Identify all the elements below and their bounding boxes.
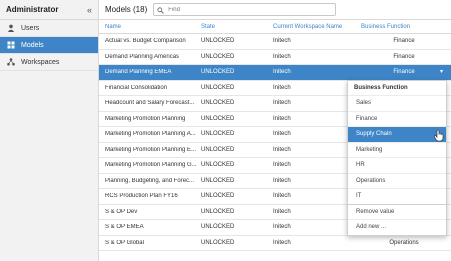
cell-state: UNLOCKED [201,177,235,184]
cell-workspace: Initech [273,208,291,215]
column-header-workspace[interactable]: Current Workspace Name [269,24,357,30]
sidebar-item-models[interactable]: Models [0,37,98,54]
cell-name: S & OP EMEA [105,224,144,231]
option-finance[interactable]: Finance [348,110,446,127]
sidebar: Administrator « Users Models Workspaces [0,0,99,261]
cell-workspace: Initech [273,38,291,45]
cell-business-function[interactable]: Finance [357,38,451,44]
cell-name: Marketing Promotion Planning A... [105,131,196,138]
cell-state: UNLOCKED [201,162,235,169]
cell-business-function[interactable]: Operations [357,240,451,246]
cell-workspace: Initech [273,100,291,107]
cell-workspace: Initech [273,146,291,153]
table-row[interactable]: Actual vs. Budget Comparison UNLOCKED Init… [99,34,451,50]
cell-name: Actual vs. Budget Comparison [105,38,186,45]
cell-workspace: Initech [273,239,291,246]
cell-workspace: Initech [273,177,291,184]
table-row[interactable]: Demand Planning Americas UNLOCKED Initech F… [99,50,451,65]
search-box[interactable] [153,1,337,19]
cell-workspace: Initech [273,162,291,169]
cell-workspace: Initech [273,115,291,122]
table-row[interactable]: Demand Planning EMEA UNLOCKED Initech Finan… [99,65,451,81]
sidebar-item-users[interactable]: Users [0,20,98,37]
cell-workspace: Initech [273,193,291,200]
workspaces-icon [7,58,15,66]
column-header-name[interactable]: Name [99,24,197,30]
option-supply-chain[interactable]: Supply Chain [348,126,446,142]
page-title: Models (18) [105,5,148,14]
remove-value-action[interactable]: Remove value [348,203,446,220]
cell-name: Financial Consolidation [105,84,168,91]
column-header-business-function[interactable]: Business Function [357,24,451,30]
cell-state: UNLOCKED [201,53,235,60]
option-it[interactable]: IT [348,188,446,204]
table-header: Name State Current Workspace Name Busine… [99,20,451,34]
cell-name: Marketing Promotion Planning [105,115,186,122]
option-sales[interactable]: Sales [348,95,446,111]
cell-name: Demand Planning Americas [105,53,180,60]
cell-state: UNLOCKED [201,193,235,200]
cell-business-function[interactable]: Finance ▾ [357,69,451,75]
topbar: Models (18) [99,0,451,20]
models-icon [7,41,15,49]
sidebar-item-label: Models [21,41,44,49]
cell-state: UNLOCKED [201,100,235,107]
cell-workspace: Initech [273,53,291,60]
sidebar-item-label: Workspaces [21,58,60,66]
table-row[interactable]: S & OP Global UNLOCKED Initech Operations [99,236,451,251]
cell-state: UNLOCKED [201,115,235,122]
cell-workspace: Initech [273,84,291,91]
column-header-state[interactable]: State [197,24,269,30]
sidebar-item-label: Users [21,24,40,32]
dropdown-caret-icon[interactable]: ▾ [440,68,443,75]
cell-state: UNLOCKED [201,146,235,153]
cell-state: UNLOCKED [201,208,235,215]
cell-state: UNLOCKED [201,131,235,138]
cell-business-function[interactable]: Finance [357,54,451,60]
cell-name: S & OP Dev [105,208,138,215]
option-label: Supply Chain [356,131,392,138]
option-operations[interactable]: Operations [348,172,446,189]
cell-state: UNLOCKED [201,84,235,91]
cell-name: Planning, Budgeting, and Forec... [105,177,195,184]
option-marketing[interactable]: Marketing [348,141,446,158]
cell-name: RCS Production Plan FY16 [105,193,178,200]
cell-name: Marketing Promotion Planning E... [105,146,197,153]
cell-workspace: Initech [273,224,291,231]
cell-state: UNLOCKED [201,239,235,246]
search-input[interactable] [168,6,329,13]
collapse-sidebar-button[interactable]: « [87,5,92,15]
sidebar-title: Administrator [6,5,59,14]
cell-name: Demand Planning EMEA [105,69,172,76]
cell-name: Marketing Promotion Planning G... [105,162,197,169]
add-new-action[interactable]: Add new ... [348,219,446,235]
cell-state: UNLOCKED [201,38,235,45]
search-icon [157,1,165,19]
dropdown-heading: Business Function [354,85,408,91]
sidebar-header: Administrator « [0,0,98,20]
option-hr[interactable]: HR [348,157,446,173]
cell-state: UNLOCKED [201,69,235,76]
sidebar-item-workspaces[interactable]: Workspaces [0,54,98,71]
hand-cursor-icon [434,129,444,142]
cell-workspace: Initech [273,131,291,138]
cell-name: S & OP Global [105,239,144,246]
cell-name: Headcount and Salary Forecast... [105,100,195,107]
cell-workspace: Initech [273,69,291,76]
cell-state: UNLOCKED [201,224,235,231]
user-icon [7,24,15,32]
business-function-dropdown: Business Function Sales Finance Supply C… [347,80,447,236]
